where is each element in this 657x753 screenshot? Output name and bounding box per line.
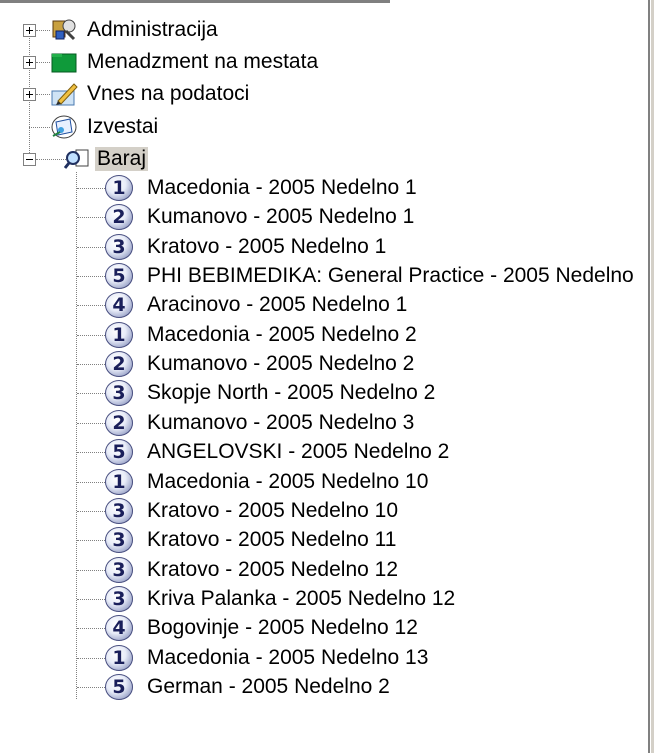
tree-line [77,305,105,306]
priority-badge-icon: 3 [105,557,133,583]
search-find-icon [63,146,92,172]
tree-line [36,62,50,63]
priority-badge-icon: 4 [105,615,133,641]
tree-node-search-result[interactable]: Kriva Palanka - 2005 Nedelno 12 [145,587,457,611]
tree-node-search-result[interactable]: Aracinovo - 2005 Nedelno 1 [145,293,409,317]
tree-line [77,687,105,688]
expand-button-vnes[interactable] [23,88,36,101]
tree-node-search-result[interactable]: Kratovo - 2005 Nedelno 12 [145,558,400,582]
tree-node-search-result[interactable]: Macedonia - 2005 Nedelno 10 [145,470,430,494]
tree-line [77,217,105,218]
tree-line [77,482,105,483]
tree-node-baraj[interactable]: Baraj [95,147,149,171]
tree-line-children [76,172,77,699]
priority-badge-icon: 1 [105,175,133,201]
priority-badge-icon: 1 [105,645,133,671]
tree-line [36,94,50,95]
tree-node-search-result[interactable]: Kumanovo - 2005 Nedelno 3 [145,411,416,435]
top-edge [0,0,390,3]
tree-node-search-result[interactable]: Kratovo - 2005 Nedelno 11 [145,528,398,552]
tree-node-search-result[interactable]: Kratovo - 2005 Nedelno 10 [145,499,400,523]
reports-icon [50,114,78,140]
tree-node-administracija[interactable]: Administracija [85,18,220,42]
tree-node-menadzment[interactable]: Menadzment na mestata [85,50,320,74]
priority-badge-icon: 2 [105,351,133,377]
tree-node-search-result[interactable]: ANGELOVSKI - 2005 Nedelno 2 [145,440,451,464]
data-entry-pen-icon [50,81,78,107]
tree-line [77,423,105,424]
tree-node-search-result[interactable]: Kratovo - 2005 Nedelno 1 [145,235,388,259]
admin-tools-icon [50,17,78,43]
tree-node-search-result[interactable]: Macedonia - 2005 Nedelno 13 [145,646,430,670]
tree-node-izvestai[interactable]: Izvestai [85,115,160,139]
tree-line [36,30,50,31]
tree-node-search-result[interactable]: Macedonia - 2005 Nedelno 1 [145,176,419,200]
priority-badge-icon: 3 [105,234,133,260]
priority-badge-icon: 2 [105,204,133,230]
priority-badge-icon: 3 [105,498,133,524]
priority-badge-icon: 1 [105,469,133,495]
tree-line [77,628,105,629]
tree-node-search-result[interactable]: Bogovinje - 2005 Nedelno 12 [145,616,420,640]
tree-node-search-result[interactable]: Macedonia - 2005 Nedelno 2 [145,323,419,347]
priority-badge-icon: 3 [105,380,133,406]
tree-line [77,276,105,277]
tree-node-search-result[interactable]: German - 2005 Nedelno 2 [145,675,392,699]
tree-line [29,127,50,128]
tree-line [77,540,105,541]
tree-line [77,393,105,394]
priority-badge-icon: 3 [105,527,133,553]
tree-line [77,511,105,512]
priority-badge-icon: 5 [105,439,133,465]
priority-badge-icon: 5 [105,263,133,289]
collapse-button-baraj[interactable] [23,153,36,166]
tree-node-search-result[interactable]: Kumanovo - 2005 Nedelno 2 [145,352,416,376]
tree-view[interactable]: Administracija Menadzment na mestata Vne… [0,0,652,753]
tree-node-search-result[interactable]: PHI BEBIMEDIKA: General Practice - 2005 … [145,264,636,288]
tree-node-vnes[interactable]: Vnes na podatoci [85,82,251,106]
tree-line [77,364,105,365]
expand-button-administracija[interactable] [23,24,36,37]
tree-line [77,188,105,189]
tree-line [77,452,105,453]
window-border [651,0,654,753]
priority-badge-icon: 1 [105,322,133,348]
priority-badge-icon: 5 [105,674,133,700]
priority-badge-icon: 3 [105,586,133,612]
priority-badge-icon: 4 [105,292,133,318]
tree-node-search-result[interactable]: Kumanovo - 2005 Nedelno 1 [145,205,416,229]
tree-line [77,599,105,600]
expand-button-menadzment[interactable] [23,56,36,69]
tree-line [77,247,105,248]
tree-line [77,335,105,336]
tree-node-search-result[interactable]: Skopje North - 2005 Nedelno 2 [145,381,437,405]
green-folder-icon [50,49,78,75]
tree-line [77,658,105,659]
top-edge-gap [390,0,652,3]
priority-badge-icon: 2 [105,410,133,436]
tree-line [77,570,105,571]
window-border-shadow [648,0,650,753]
